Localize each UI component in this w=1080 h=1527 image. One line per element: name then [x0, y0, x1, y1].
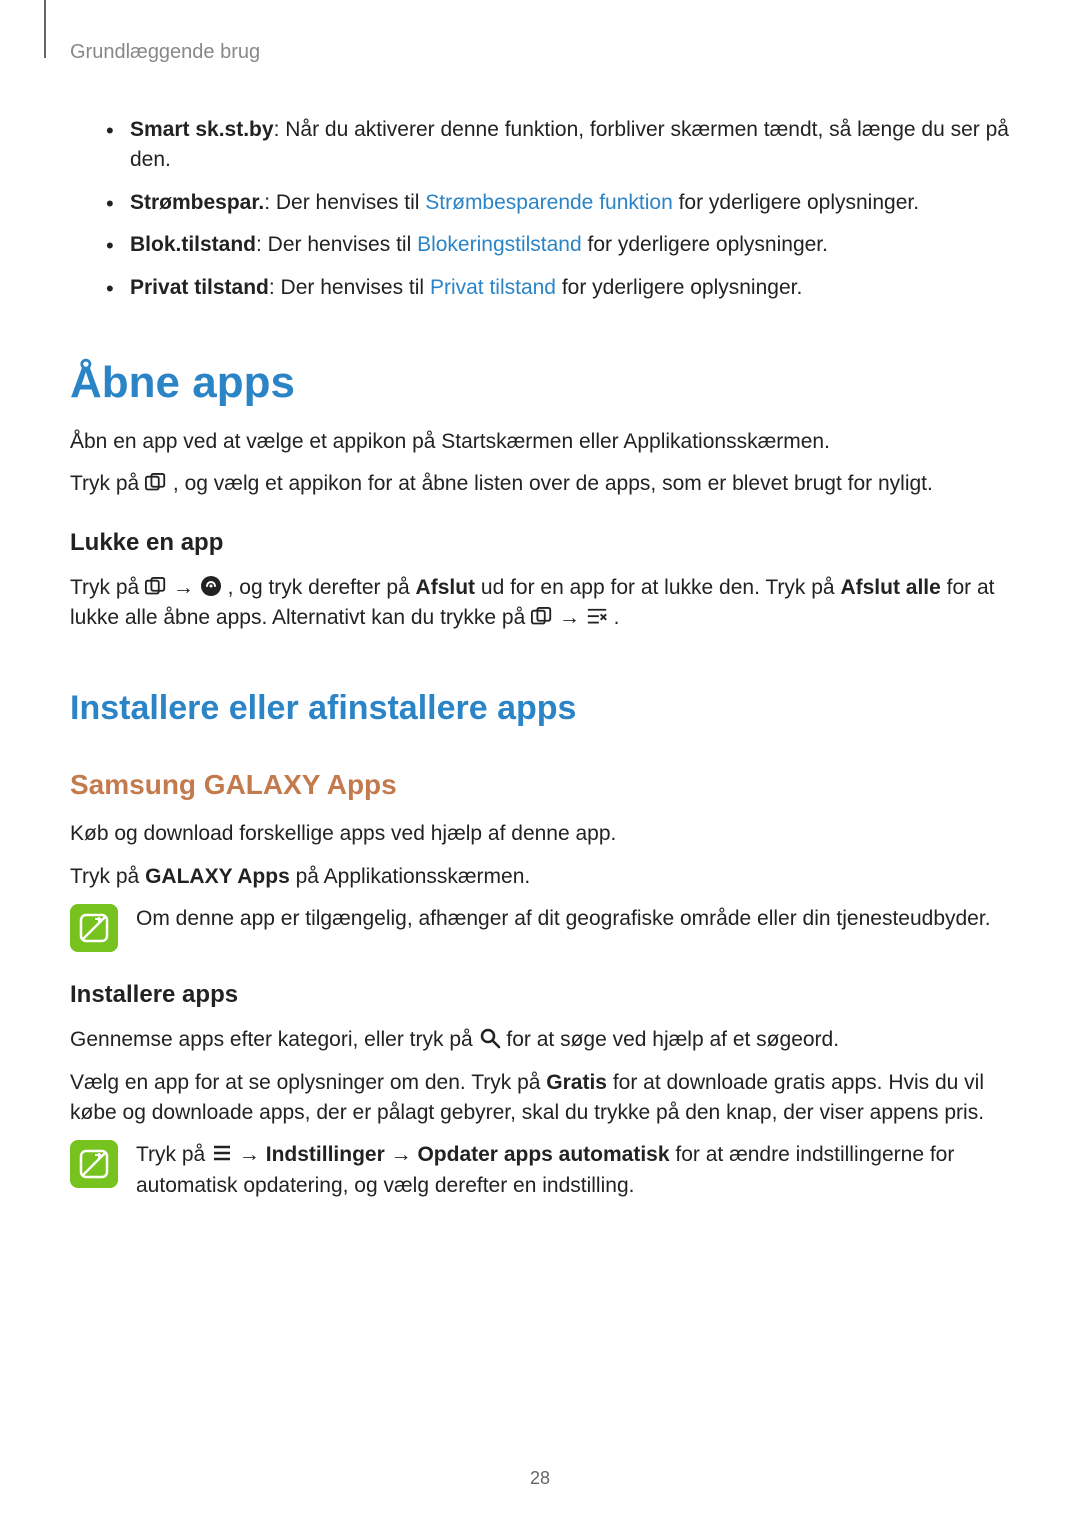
note-icon — [70, 1140, 118, 1188]
arrow-text: → — [559, 606, 586, 629]
feature-link[interactable]: Blokeringstilstand — [417, 233, 582, 256]
note-block: Tryk på → Indstillinger → Opdater apps a… — [70, 1140, 1010, 1201]
bold-text: Indstillinger — [266, 1143, 385, 1166]
search-icon — [479, 1027, 501, 1047]
feature-text-post: for yderligere oplysninger. — [673, 191, 919, 214]
list-item: Privat tilstand: Der henvises til Privat… — [106, 273, 1010, 303]
note-text: Tryk på → Indstillinger → Opdater apps a… — [136, 1140, 1010, 1201]
feature-text-post: for yderligere oplysninger. — [582, 233, 828, 256]
text: Gennemse apps efter kategori, eller tryk… — [70, 1028, 479, 1051]
close-app-paragraph: Tryk på → , og tryk derefter på Afslut u… — [70, 573, 1010, 634]
note-text: Om denne app er tilgængelig, afhænger af… — [136, 904, 1010, 934]
bold-text: Afslut alle — [840, 576, 940, 599]
feature-text-post: for yderligere oplysninger. — [556, 276, 802, 299]
open-apps-paragraph-1: Åbn en app ved at vælge et appikon på St… — [70, 427, 1010, 457]
install-paragraph-1: Gennemse apps efter kategori, eller tryk… — [70, 1025, 1010, 1055]
list-item: Strømbespar.: Der henvises til Strømbesp… — [106, 188, 1010, 218]
text: Vælg en app for at se oplysninger om den… — [70, 1071, 546, 1094]
feature-link[interactable]: Strømbesparende funktion — [425, 191, 672, 214]
heading-install-uninstall: Installere eller afinstallere apps — [70, 684, 1010, 733]
text: Tryk på — [136, 1143, 211, 1166]
note-block: Om denne app er tilgængelig, afhænger af… — [70, 904, 1010, 952]
note-icon — [70, 904, 118, 952]
recent-apps-icon — [531, 606, 553, 626]
page-number: 28 — [0, 1465, 1080, 1491]
text: Tryk på — [70, 472, 145, 495]
breadcrumb: Grundlæggende brug — [70, 38, 1010, 67]
close-all-icon — [586, 606, 608, 626]
feature-text-pre: : Der henvises til — [269, 276, 430, 299]
feature-text-pre: : Der henvises til — [256, 233, 417, 256]
arrow-text: → — [239, 1143, 266, 1166]
text: , og vælg et appikon for at åbne listen … — [173, 472, 933, 495]
bold-text: Afslut — [416, 576, 476, 599]
list-item: Smart sk.st.by: Når du aktiverer denne f… — [106, 115, 1010, 176]
feature-list: Smart sk.st.by: Når du aktiverer denne f… — [70, 115, 1010, 303]
heading-close-app: Lukke en app — [70, 526, 1010, 561]
text: Tryk på — [70, 865, 145, 888]
feature-link[interactable]: Privat tilstand — [430, 276, 556, 299]
open-apps-paragraph-2: Tryk på , og vælg et appikon for at åbne… — [70, 469, 1010, 499]
arrow-text: → — [173, 576, 200, 599]
feature-term: Smart sk.st.by — [130, 118, 274, 141]
heading-install-apps: Installere apps — [70, 978, 1010, 1013]
menu-icon — [211, 1142, 233, 1162]
recent-apps-icon — [145, 576, 167, 596]
bold-text: Gratis — [546, 1071, 607, 1094]
bold-text: GALAXY Apps — [145, 865, 290, 888]
feature-term: Privat tilstand — [130, 276, 269, 299]
list-item: Blok.tilstand: Der henvises til Blokerin… — [106, 230, 1010, 260]
task-manager-icon — [200, 575, 222, 595]
page-edge-marker — [44, 0, 46, 58]
galaxy-paragraph-2: Tryk på GALAXY Apps på Applikationsskærm… — [70, 862, 1010, 892]
heading-open-apps: Åbne apps — [70, 351, 1010, 415]
feature-text-pre: : Der henvises til — [264, 191, 425, 214]
text: . — [614, 606, 620, 629]
text: for at søge ved hjælp af et søgeord. — [506, 1028, 839, 1051]
galaxy-paragraph-1: Køb og download forskellige apps ved hjæ… — [70, 819, 1010, 849]
text: på Applikationsskærmen. — [296, 865, 531, 888]
recent-apps-icon — [145, 472, 167, 492]
feature-term: Strømbespar. — [130, 191, 264, 214]
heading-galaxy-apps: Samsung GALAXY Apps — [70, 765, 1010, 806]
install-paragraph-2: Vælg en app for at se oplysninger om den… — [70, 1068, 1010, 1129]
arrow-text: → — [391, 1143, 418, 1166]
text: Tryk på — [70, 576, 145, 599]
text: , og tryk derefter på — [228, 576, 416, 599]
bold-text: Opdater apps automatisk — [417, 1143, 669, 1166]
feature-term: Blok.tilstand — [130, 233, 256, 256]
text: ud for en app for at lukke den. Tryk på — [481, 576, 841, 599]
